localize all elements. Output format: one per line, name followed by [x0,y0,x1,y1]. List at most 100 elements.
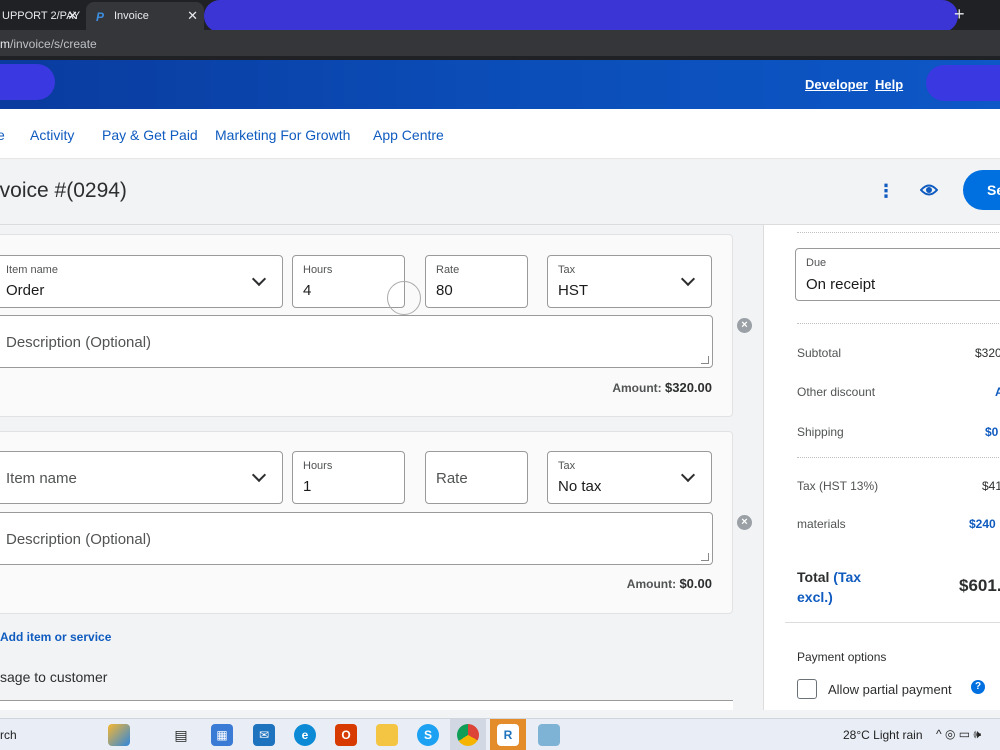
line-item-card: Item name Order Hours 4 Rate 80 Tax HST … [0,234,733,417]
system-tray-icons[interactable]: ^ ◎ ▭ 🕪 [936,727,981,742]
item-name-select[interactable]: Item name [0,451,283,504]
subtotal-value: $320 [975,346,1000,360]
chrome-icon[interactable] [457,724,479,746]
browser-tab[interactable]: UPPORT 2/PAY ✕ [0,2,84,30]
new-tab-icon[interactable]: + [954,4,965,25]
other-discount-label: Other discount [797,385,876,399]
total-text: Total [797,569,830,585]
tax-summary-label: Tax (HST 13%) [797,479,879,493]
tax-summary-value: $41 [982,479,1000,493]
due-value: On receipt [806,276,876,293]
add-item-link[interactable]: Add item or service [0,630,111,644]
skype-icon[interactable]: S [417,724,439,746]
item-name-value: Order [6,282,45,299]
close-tab-icon[interactable]: ✕ [187,8,198,24]
shipping-label: Shipping [797,425,844,439]
rate-label: Rate [436,264,460,276]
paypal-favicon-icon: P [96,10,105,24]
amount-value: $0.00 [679,576,712,591]
more-options-icon[interactable]: ⋮ [877,181,895,202]
chevron-down-icon [251,467,267,483]
mail-icon[interactable]: ✉ [253,724,275,746]
shipping-link[interactable]: $0 [985,425,998,439]
notepad-icon[interactable] [538,724,560,746]
windows-taskbar: rch ▤ ▦ ✉ e O S R 28°C Light rain ^ ◎ ▭ … [0,718,1000,750]
taskbar-search[interactable]: rch [0,728,17,742]
total-value: $601. [959,576,1000,595]
tax-select[interactable]: Tax HST [547,255,712,308]
item-name-label: Item name [6,264,58,276]
nav-item-activity[interactable]: Activity [30,127,74,143]
divider [785,622,1000,623]
weather-widget[interactable]: 28°C Light rain [843,728,923,742]
close-tab-icon[interactable]: ✕ [67,8,78,24]
tax-select[interactable]: Tax No tax [547,451,712,504]
preview-eye-icon[interactable] [920,183,938,197]
item-name-placeholder: Item name [6,470,77,487]
due-select[interactable]: Due On receipt [795,248,1000,301]
materials-label: materials [797,517,846,531]
chevron-down-icon [251,271,267,287]
remove-item-icon[interactable]: × [737,515,752,530]
chevron-down-icon [680,467,696,483]
amount-value: $320.00 [665,380,712,395]
redacted-account [926,65,1000,101]
nav-item-marketing[interactable]: Marketing For Growth [215,127,350,143]
rate-input[interactable]: Rate 80 [425,255,528,308]
paypal-header: Developer Help [0,60,1000,109]
resize-handle-icon[interactable] [701,356,709,364]
office-icon[interactable]: O [335,724,357,746]
tax-value: HST [558,282,588,299]
message-to-customer-label: sage to customer [0,669,108,685]
line-amount: Amount: $320.00 [612,380,712,395]
other-discount-link[interactable]: A [995,385,1000,399]
partial-payment-checkbox[interactable] [797,679,817,699]
tax-label: Tax [558,264,576,276]
rate-value: 80 [436,282,453,299]
file-explorer-icon[interactable] [376,724,398,746]
line-amount: Amount: $0.00 [627,576,712,591]
tab-label: Invoice [114,10,149,22]
address-bar[interactable]: m/invoice/s/create [0,30,1000,56]
item-name-select[interactable]: Item name Order [0,255,283,308]
redacted-logo [0,64,55,100]
description-textarea[interactable]: Description (Optional) [0,512,713,565]
send-button[interactable]: Se [963,170,1000,210]
description-placeholder: Description (Optional) [6,531,152,548]
browser-tab-active[interactable]: P Invoice ✕ [86,2,204,30]
developer-link[interactable]: Developer [805,77,868,92]
message-textarea[interactable] [0,700,733,710]
nav-item-app-centre[interactable]: App Centre [373,127,444,143]
materials-value[interactable]: $240 [969,517,996,531]
help-link[interactable]: Help [875,77,903,92]
hours-value: 1 [303,478,312,495]
hours-label: Hours [303,460,333,472]
divider [797,457,1000,458]
url-host: m [0,37,10,51]
nav-item-pay-get-paid[interactable]: Pay & Get Paid [102,127,198,143]
store-icon[interactable]: ▦ [211,724,233,746]
widgets-icon[interactable] [108,724,130,746]
invoice-titlebar: nvoice #(0294) ⋮ Se [0,159,1000,225]
hours-input[interactable]: Hours 1 [292,451,405,504]
description-placeholder: Description (Optional) [6,334,152,351]
nav-item-home[interactable]: e [0,127,5,143]
subtotal-label: Subtotal [797,346,842,360]
description-textarea[interactable]: Description (Optional) [0,315,713,368]
total-label: Total (Tax excl.) [797,567,877,607]
divider [797,232,1000,233]
url-path: /invoice/s/create [10,37,97,51]
edge-icon[interactable]: e [294,724,316,746]
due-label: Due [806,257,827,269]
remove-item-icon[interactable]: × [737,318,752,333]
chevron-down-icon [680,271,696,287]
rate-placeholder: Rate [436,470,468,487]
line-item-card: Item name Hours 1 Rate Tax No tax Descri… [0,431,733,614]
task-view-icon[interactable]: ▤ [170,724,192,746]
resize-handle-icon[interactable] [701,553,709,561]
tax-value: No tax [558,478,602,495]
help-icon[interactable]: ? [971,680,985,694]
remote-app-icon[interactable]: R [497,724,519,746]
rate-input[interactable]: Rate [425,451,528,504]
browser-tabbar: UPPORT 2/PAY ✕ P Invoice ✕ + [0,0,1000,32]
